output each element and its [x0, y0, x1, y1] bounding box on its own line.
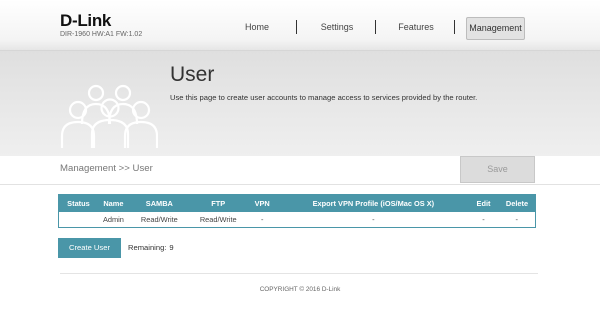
nav-settings[interactable]: Settings — [314, 17, 360, 38]
column-header-ftp: FTP — [189, 194, 247, 212]
copyright-text: COPYRIGHT © 2016 D-Link — [259, 286, 341, 293]
nav-home[interactable]: Home — [234, 17, 280, 38]
nav-separator — [375, 20, 376, 34]
nav-management[interactable]: Management — [466, 17, 525, 40]
users-group-icon — [60, 84, 158, 148]
breadcrumb-bar: Management >> User Save — [0, 156, 600, 185]
nav-features[interactable]: Features — [393, 17, 439, 38]
cell-export-vpn-profile: - — [278, 211, 469, 228]
cell-name: Admin — [98, 211, 129, 228]
cell-edit: - — [468, 211, 499, 228]
nav-separator — [296, 20, 297, 34]
cell-status — [58, 211, 99, 228]
column-header-samba: SAMBA — [127, 194, 191, 212]
save-button[interactable]: Save — [460, 156, 535, 183]
model-firmware-info: DIR-1960 HW:A1 FW:1.02 — [60, 31, 143, 38]
page-description: Use this page to create user accounts to… — [170, 93, 478, 102]
cell-samba: Read/Write — [128, 211, 191, 228]
breadcrumb: Management >> User — [60, 163, 153, 174]
column-header-status: Status — [58, 194, 99, 212]
remaining-count: 9 — [169, 243, 174, 252]
top-header: D-Link DIR-1960 HW:A1 FW:1.02 Home Setti… — [0, 0, 600, 51]
table-header-row: Status Name SAMBA FTP VPN Export VPN Pro… — [58, 194, 536, 212]
nav-separator — [454, 20, 455, 34]
create-user-button[interactable]: Create User — [58, 238, 121, 258]
column-header-edit: Edit — [468, 194, 499, 212]
cell-ftp: Read/Write — [190, 211, 247, 228]
column-header-delete: Delete — [498, 194, 536, 212]
table-row: Admin Read/Write Read/Write - - - - — [58, 211, 536, 228]
column-header-name: Name — [97, 194, 129, 212]
remaining-label: Remaining: — [128, 243, 167, 252]
cell-delete: - — [498, 211, 536, 228]
column-header-export-vpn-profile: Export VPN Profile (iOS/Mac OS X) — [277, 194, 470, 212]
user-table: Status Name SAMBA FTP VPN Export VPN Pro… — [58, 194, 536, 228]
footer-divider — [60, 273, 538, 274]
remaining-users-text: Remaining: 9 — [128, 243, 174, 252]
column-header-vpn: VPN — [245, 194, 279, 212]
dlink-logo[interactable]: D-Link — [60, 11, 111, 31]
page-hero: User Use this page to create user accoun… — [0, 51, 600, 156]
page-title: User — [170, 63, 215, 86]
cell-vpn: - — [246, 211, 279, 228]
